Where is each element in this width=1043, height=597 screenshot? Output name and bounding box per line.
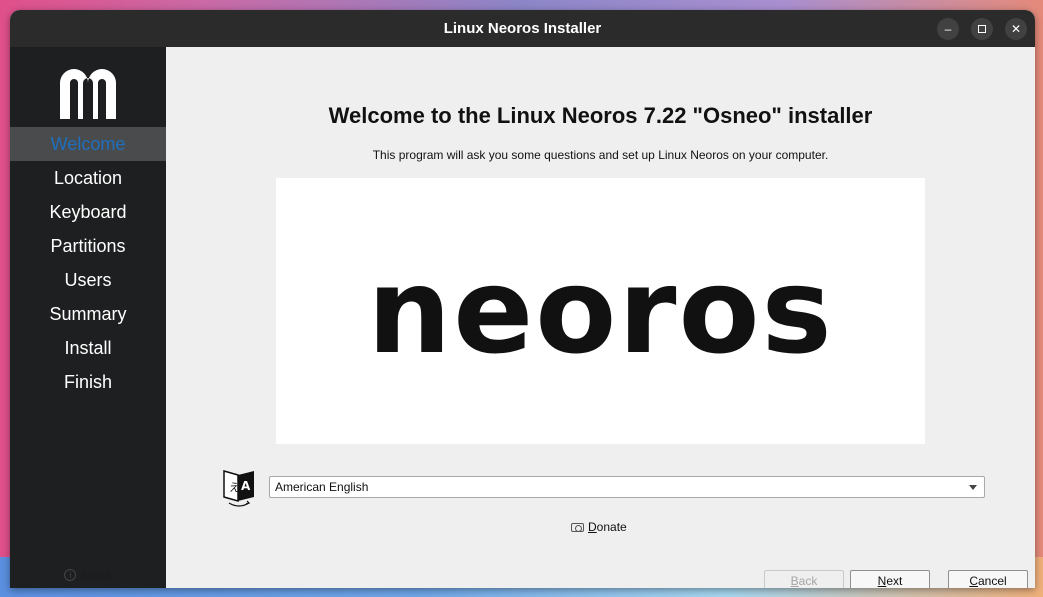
donate-icon bbox=[571, 522, 584, 532]
minimize-icon: – bbox=[944, 22, 952, 36]
close-button[interactable]: ✕ bbox=[1005, 18, 1027, 40]
maximize-icon bbox=[978, 25, 986, 33]
sidebar-item-keyboard[interactable]: Keyboard bbox=[10, 195, 166, 229]
sidebar: Welcome Location Keyboard Partitions Use… bbox=[10, 47, 166, 588]
donate-button[interactable]: Donate bbox=[571, 520, 627, 534]
maximize-button[interactable] bbox=[971, 18, 993, 40]
neoros-m-logo-icon bbox=[60, 69, 116, 119]
cancel-button[interactable]: Cancel bbox=[948, 570, 1028, 588]
info-icon: i bbox=[64, 569, 77, 581]
main-content: Welcome to the Linux Neoros 7.22 "Osneo"… bbox=[166, 47, 1035, 588]
page-title: Welcome to the Linux Neoros 7.22 "Osneo"… bbox=[328, 103, 873, 128]
sidebar-item-welcome[interactable]: Welcome bbox=[10, 127, 166, 161]
minimize-button[interactable]: – bbox=[937, 18, 959, 40]
donate-label: Donate bbox=[588, 520, 627, 534]
sidebar-nav: Welcome Location Keyboard Partitions Use… bbox=[10, 127, 166, 399]
language-translate-icon: え A bbox=[223, 470, 254, 507]
sidebar-item-install[interactable]: Install bbox=[10, 331, 166, 365]
sidebar-item-summary[interactable]: Summary bbox=[10, 297, 166, 331]
about-button[interactable]: i About bbox=[10, 568, 166, 582]
sidebar-item-finish[interactable]: Finish bbox=[10, 365, 166, 399]
svg-text:A: A bbox=[241, 479, 251, 493]
distro-banner: neoros bbox=[276, 178, 925, 444]
installer-window: Linux Neoros Installer – ✕ Welcome Locat… bbox=[10, 10, 1035, 588]
titlebar[interactable]: Linux Neoros Installer – ✕ bbox=[10, 10, 1035, 47]
banner-logo-text: neoros bbox=[367, 242, 834, 380]
sidebar-item-users[interactable]: Users bbox=[10, 263, 166, 297]
chevron-down-icon bbox=[969, 484, 977, 490]
back-button[interactable]: Back bbox=[764, 570, 844, 588]
sidebar-item-location[interactable]: Location bbox=[10, 161, 166, 195]
about-label: About bbox=[80, 568, 112, 582]
svg-text:え: え bbox=[229, 481, 240, 494]
next-button[interactable]: Next bbox=[850, 570, 930, 588]
language-select[interactable]: American English bbox=[269, 476, 985, 498]
sidebar-item-partitions[interactable]: Partitions bbox=[10, 229, 166, 263]
page-subtitle: This program will ask you some questions… bbox=[372, 148, 829, 162]
language-select-value: American English bbox=[275, 480, 369, 494]
close-icon: ✕ bbox=[1010, 22, 1022, 36]
window-title: Linux Neoros Installer bbox=[443, 20, 602, 37]
